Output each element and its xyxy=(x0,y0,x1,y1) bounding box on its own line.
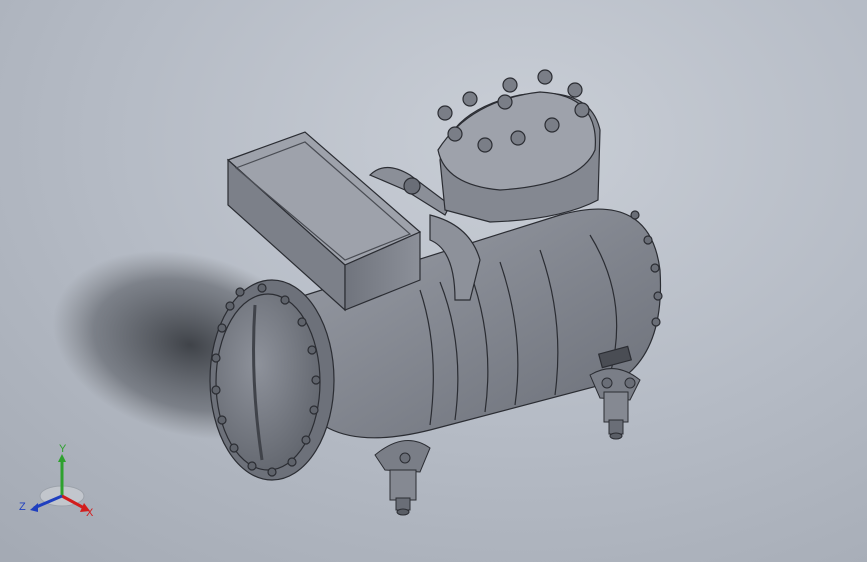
cylinder-head xyxy=(437,69,601,223)
triad-x-label: X xyxy=(86,507,94,519)
compressor-3d-model[interactable] xyxy=(0,0,867,562)
triad-y-label: Y xyxy=(59,443,67,455)
left-mounting-foot xyxy=(374,439,431,516)
front-flange xyxy=(209,279,335,481)
triad-z-arrow xyxy=(30,503,38,512)
right-mounting-foot xyxy=(589,368,641,440)
graphics-viewport[interactable]: Y X Z xyxy=(0,0,867,562)
triad-z-label: Z xyxy=(19,501,26,513)
triad-y-arrow xyxy=(58,454,66,462)
coordinate-triad: Y X Z xyxy=(19,443,94,519)
